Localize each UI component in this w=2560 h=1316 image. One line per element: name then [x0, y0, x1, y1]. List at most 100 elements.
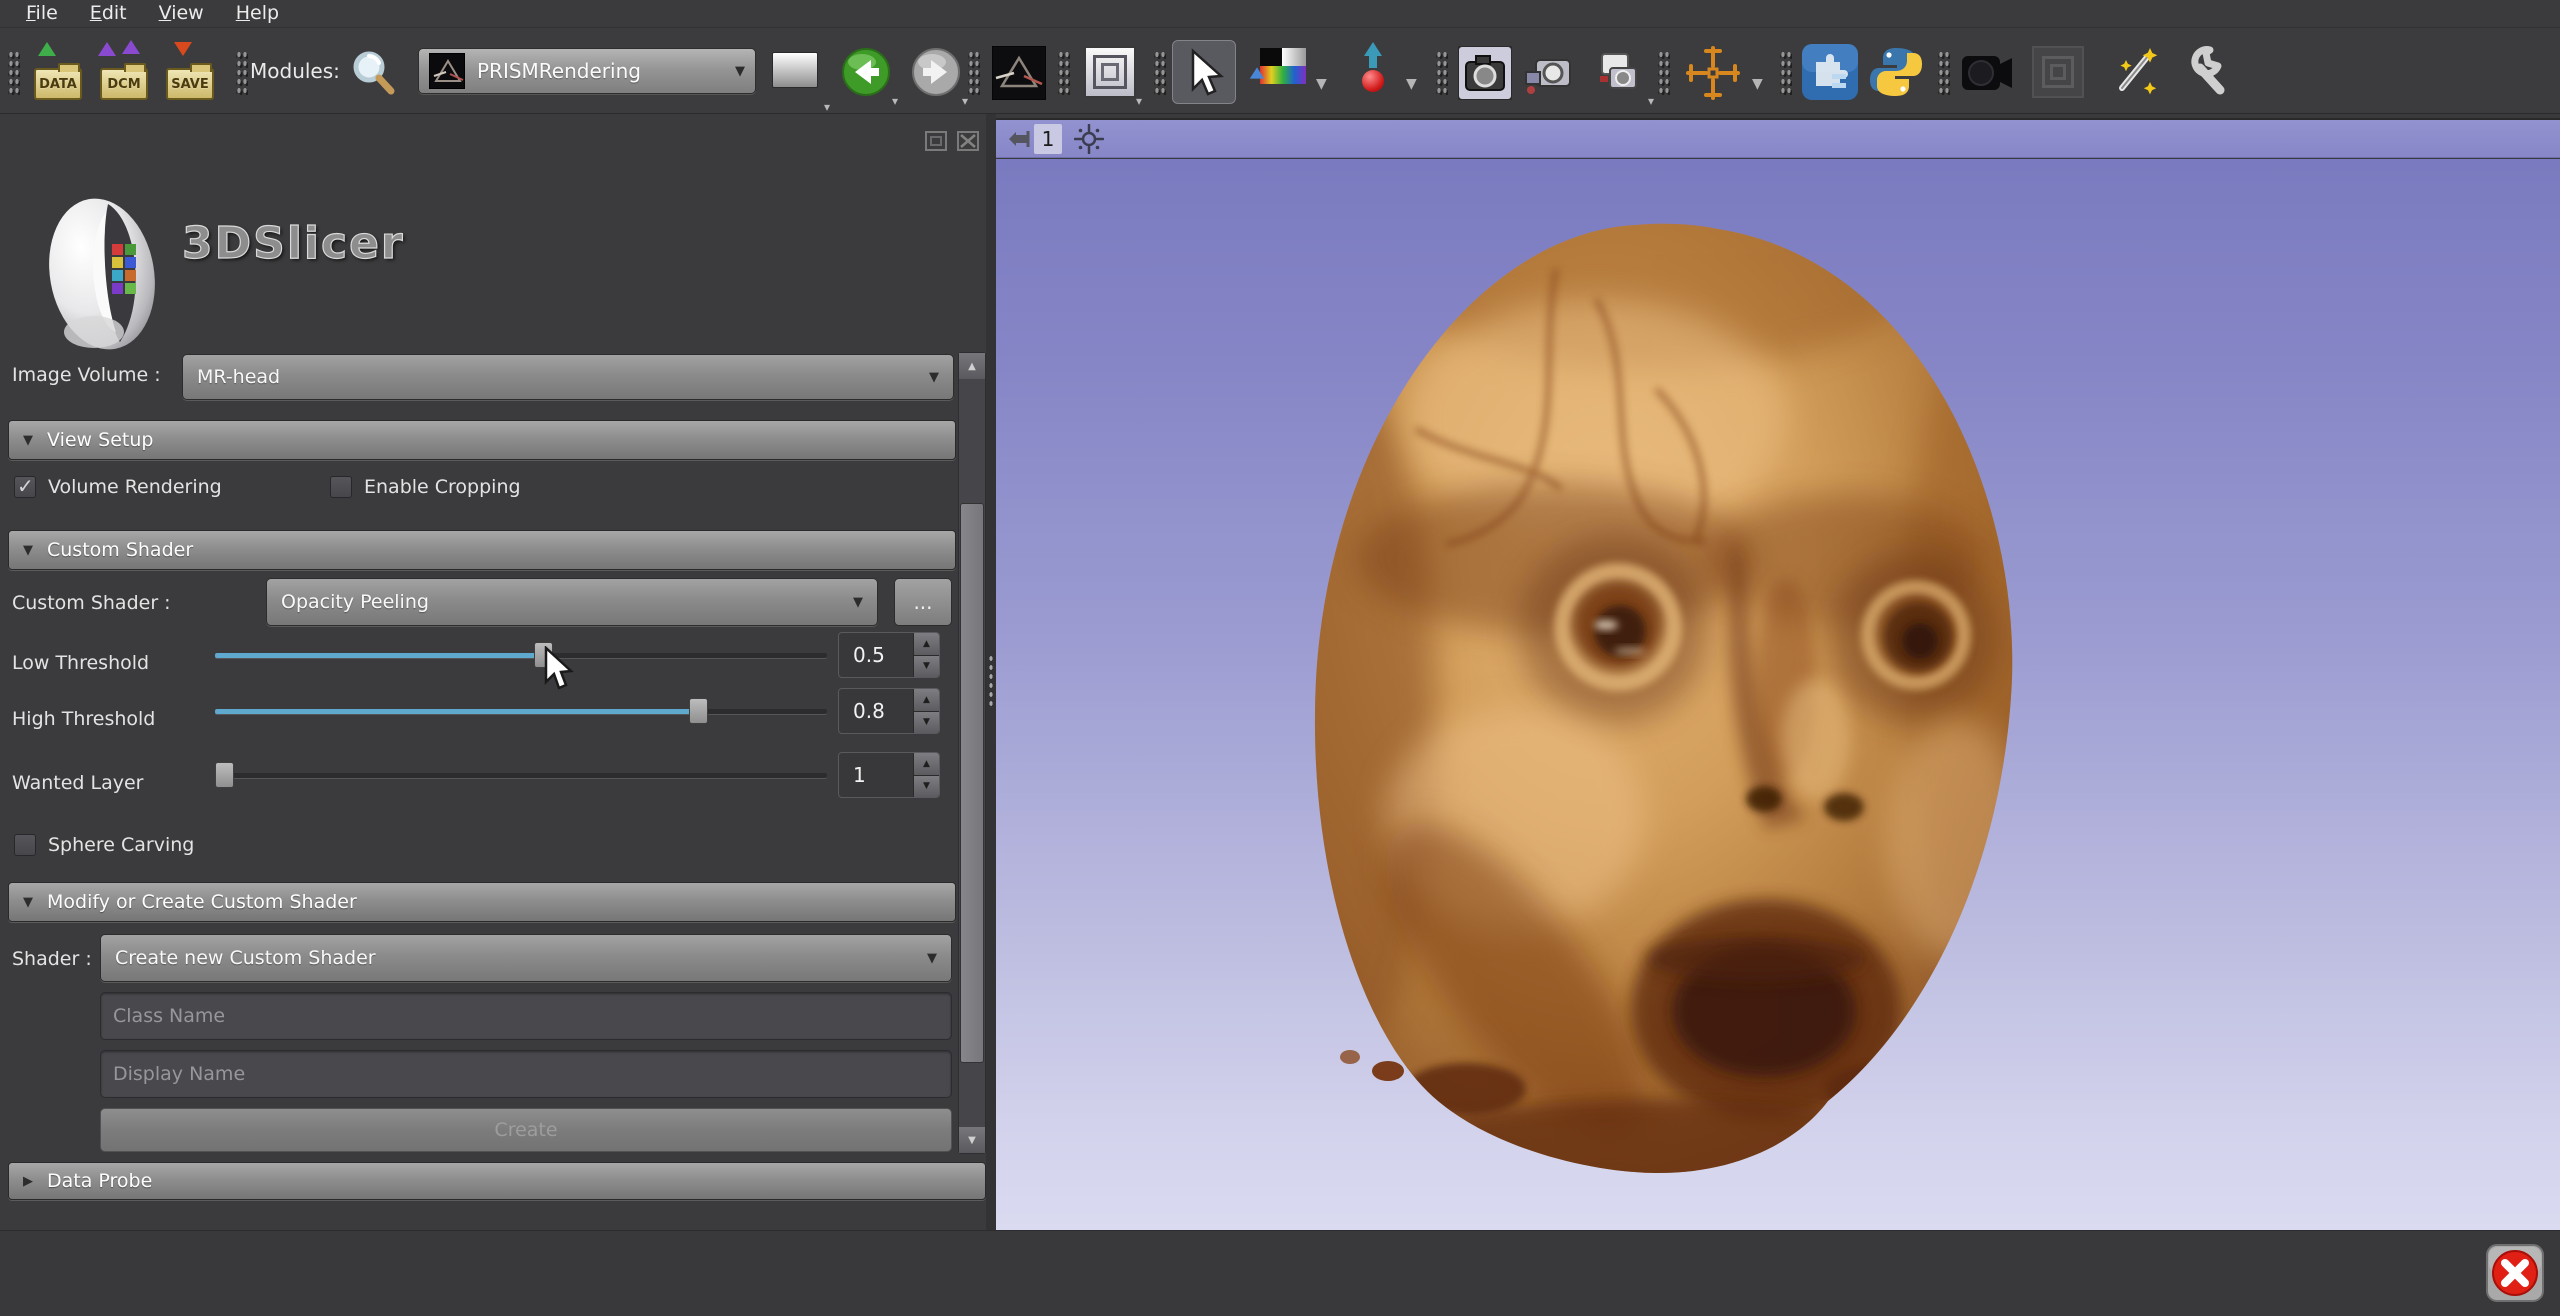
menu-edit[interactable]: Edit [74, 0, 143, 28]
module-back-button[interactable]: ▾ [840, 46, 896, 104]
data-probe-header[interactable]: ▶ Data Probe [8, 1162, 986, 1200]
scene-view-button[interactable] [1522, 46, 1578, 104]
toolbar-drag-handle[interactable] [1154, 50, 1166, 96]
dicom-arrow-left-icon [98, 42, 116, 56]
menu-view[interactable]: View [143, 0, 220, 28]
undock-panel-icon[interactable] [924, 130, 948, 152]
layout-disabled-button[interactable] [2032, 46, 2088, 104]
high-threshold-spinbox[interactable]: 0.8 ▲▼ [838, 688, 940, 734]
spin-down-icon[interactable]: ▼ [914, 712, 939, 734]
custom-shader-header[interactable]: ▼ Custom Shader [8, 530, 956, 570]
load-dicom-button[interactable]: DCM [96, 44, 152, 102]
view-label-badge: 1 [1034, 124, 1062, 154]
low-threshold-slider[interactable] [215, 642, 827, 668]
extensions-icon [1802, 44, 1858, 100]
class-name-input[interactable] [100, 992, 952, 1040]
panel-scrollbar[interactable]: ▲ ▼ [958, 352, 986, 1154]
menu-help[interactable]: Help [220, 0, 295, 28]
magic-wand-button[interactable] [2108, 44, 2164, 102]
threed-viewport[interactable] [996, 159, 2560, 1232]
shader-combobox[interactable]: Create new Custom Shader ▼ [100, 934, 952, 982]
spin-down-icon[interactable]: ▼ [914, 776, 939, 798]
create-button[interactable]: Create [100, 1108, 952, 1152]
threed-view-controller-bar[interactable]: 1 [996, 120, 2560, 158]
collapse-triangle-icon: ▼ [23, 895, 33, 910]
volume-rendering-checkbox[interactable] [14, 476, 36, 498]
collapse-triangle-icon: ▼ [23, 543, 33, 558]
scroll-down-icon[interactable]: ▼ [959, 1127, 985, 1153]
spin-down-icon[interactable]: ▼ [914, 656, 939, 678]
modify-create-header[interactable]: ▼ Modify or Create Custom Shader [8, 882, 956, 922]
dark-camera-button[interactable] [1958, 44, 2014, 102]
close-panel-icon[interactable] [956, 130, 980, 152]
chevron-down-icon[interactable]: ▼ [1406, 76, 1417, 92]
pin-icon[interactable] [1006, 129, 1032, 149]
data-folder-icon: DATA [34, 68, 82, 100]
shader-label: Shader : [12, 948, 92, 970]
low-threshold-spinbox[interactable]: 0.5 ▲▼ [838, 632, 940, 678]
main-toolbar: DATA DCM SAVE Modules: PRISMRendering ▼ [0, 28, 2560, 114]
wanted-layer-spinbox[interactable]: 1 ▲▼ [838, 752, 940, 798]
toolbar-drag-handle[interactable] [1058, 50, 1070, 96]
chevron-down-icon: ▾ [824, 100, 830, 114]
camera-icon [1458, 46, 1512, 100]
save-button[interactable]: SAVE [162, 44, 218, 102]
screenshot-button[interactable] [1458, 46, 1514, 104]
module-forward-button[interactable]: ▾ [910, 46, 966, 104]
scroll-up-icon[interactable]: ▲ [959, 353, 985, 379]
wanted-layer-slider[interactable] [215, 762, 827, 788]
save-arrow-icon [174, 42, 192, 56]
enable-cropping-label: Enable Cropping [364, 476, 521, 498]
toolbar-drag-handle[interactable] [968, 50, 980, 96]
menu-bar: File Edit View Help [0, 0, 2560, 28]
module-selector-combobox[interactable]: PRISMRendering ▼ [418, 48, 756, 94]
mouse-cursor-icon [540, 646, 574, 694]
custom-shader-label: Custom Shader : [12, 592, 171, 614]
sphere-carving-checkbox[interactable] [14, 834, 36, 856]
load-data-button[interactable]: DATA [30, 44, 86, 102]
chevron-down-icon[interactable]: ▼ [1752, 76, 1763, 92]
toolbar-drag-handle[interactable] [8, 50, 20, 96]
place-markups-button[interactable] [1352, 42, 1398, 100]
toolbar-drag-handle[interactable] [1938, 50, 1950, 96]
settings-button[interactable] [2176, 44, 2232, 102]
threed-view[interactable]: 1 [996, 118, 2560, 1230]
module-search-button[interactable] [348, 48, 404, 106]
slider-handle[interactable] [689, 698, 708, 724]
window-level-button[interactable] [1254, 48, 1310, 106]
spin-up-icon[interactable]: ▲ [914, 689, 939, 712]
enable-cropping-checkbox[interactable] [330, 476, 352, 498]
crosshair-button[interactable] [1684, 44, 1740, 102]
capture-button[interactable]: ▾ [1596, 46, 1652, 104]
wrench-icon [2176, 44, 2228, 96]
chevron-down-icon[interactable]: ▼ [1316, 76, 1327, 92]
spin-up-icon[interactable]: ▲ [914, 753, 939, 776]
chevron-down-icon: ▼ [735, 64, 745, 79]
spin-up-icon[interactable]: ▲ [914, 633, 939, 656]
magic-wand-icon [2108, 44, 2164, 100]
toolbar-drag-handle[interactable] [1658, 50, 1670, 96]
custom-shader-combobox[interactable]: Opacity Peeling ▼ [266, 578, 878, 626]
display-name-input[interactable] [100, 1050, 952, 1098]
view-setup-header[interactable]: ▼ View Setup [8, 420, 956, 460]
slider-handle[interactable] [215, 762, 234, 788]
toolbar-drag-handle[interactable] [1780, 50, 1792, 96]
shader-options-button[interactable]: ... [894, 578, 952, 626]
chevron-down-icon: ▾ [1648, 94, 1654, 108]
mouse-interaction-button[interactable] [1172, 40, 1236, 104]
toolbar-drag-handle[interactable] [1436, 50, 1448, 96]
prism-module-button[interactable] [992, 46, 1048, 104]
scrollbar-thumb[interactable] [960, 503, 984, 1063]
extensions-manager-button[interactable] [1802, 44, 1858, 102]
crosshair-sun-icon[interactable] [1074, 124, 1104, 154]
collapse-triangle-icon: ▼ [23, 433, 33, 448]
toolbar-drag-handle[interactable] [236, 50, 248, 96]
menu-file[interactable]: File [10, 0, 74, 28]
panel-splitter[interactable] [986, 114, 996, 1230]
layout-selector-button[interactable]: ▾ [1084, 46, 1140, 104]
error-log-button[interactable] [2486, 1244, 2544, 1302]
python-console-button[interactable] [1868, 44, 1924, 102]
image-volume-combobox[interactable]: MR-head ▼ [182, 354, 954, 400]
high-threshold-slider[interactable] [215, 698, 827, 724]
module-history-button[interactable]: ▾ [772, 52, 828, 110]
